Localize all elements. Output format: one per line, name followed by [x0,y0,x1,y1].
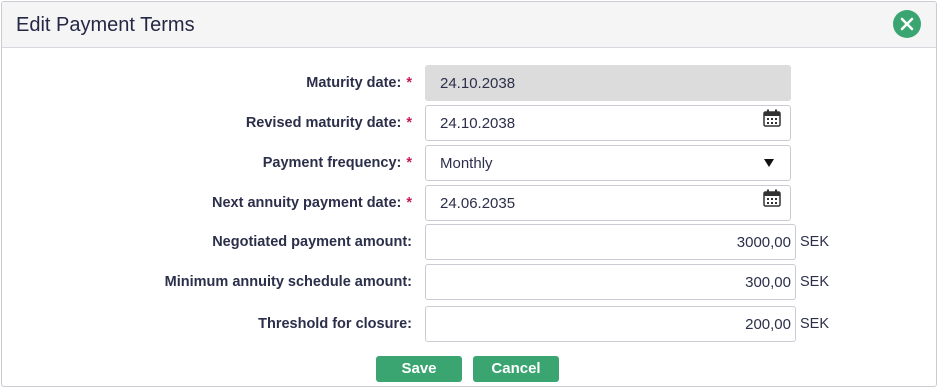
minimum-annuity-schedule-amount-value: 300,00 [745,274,791,291]
next-annuity-payment-date-row: Next annuity payment date: * 24.06.2035 [2,185,936,221]
required-mark: * [406,115,412,131]
revised-maturity-date-value: 24.10.2038 [440,115,516,132]
dropdown-arrow-icon[interactable] [764,159,774,167]
minimum-annuity-schedule-amount-label: Minimum annuity schedule amount: [164,274,412,290]
calendar-icon[interactable] [762,188,782,208]
minimum-annuity-schedule-amount-input[interactable]: 300,00 [425,264,796,300]
minimum-annuity-schedule-amount-row: Minimum annuity schedule amount: 300,00 … [2,264,936,300]
threshold-for-closure-label: Threshold for closure: [258,316,412,332]
dialog-title: Edit Payment Terms [16,14,195,36]
maturity-date-label: Maturity date: * [306,75,412,91]
currency-unit: SEK [800,234,830,250]
currency-unit: SEK [800,316,830,332]
next-annuity-payment-date-input[interactable]: 24.06.2035 [425,185,791,221]
negotiated-payment-amount-input[interactable]: 3000,00 [425,224,796,260]
payment-frequency-value: Monthly [440,155,493,172]
next-annuity-payment-date-label: Next annuity payment date: * [212,195,412,211]
negotiated-payment-amount-row: Negotiated payment amount: 3000,00 SEK [2,224,936,260]
threshold-for-closure-input[interactable]: 200,00 [425,306,796,342]
threshold-for-closure-value: 200,00 [745,316,791,333]
revised-maturity-date-row: Revised maturity date: * 24.10.2038 [2,105,936,141]
save-button[interactable]: Save [376,356,462,382]
required-mark: * [406,195,412,211]
maturity-date-value: 24.10.2038 [440,75,516,92]
calendar-icon[interactable] [762,108,782,128]
close-icon[interactable] [893,10,921,38]
currency-unit: SEK [800,274,830,290]
payment-frequency-row: Payment frequency: * Monthly [2,145,936,181]
payment-frequency-label: Payment frequency: * [262,155,412,171]
next-annuity-payment-date-value: 24.06.2035 [440,195,516,212]
threshold-for-closure-row: Threshold for closure: 200,00 SEK [2,306,936,342]
cancel-button[interactable]: Cancel [473,356,559,382]
revised-maturity-date-label: Revised maturity date: * [245,115,412,131]
negotiated-payment-amount-label: Negotiated payment amount: [212,234,412,250]
edit-payment-terms-dialog: Edit Payment Terms Maturity date: * 24.10… [1,1,937,387]
negotiated-payment-amount-value: 3000,00 [736,234,791,251]
maturity-date-row: Maturity date: * 24.10.2038 [2,65,936,101]
maturity-date-field: 24.10.2038 [425,65,791,101]
required-mark: * [406,155,412,171]
revised-maturity-date-input[interactable]: 24.10.2038 [425,105,791,141]
dialog-titlebar: Edit Payment Terms [2,2,936,48]
required-mark: * [406,75,412,91]
payment-frequency-select[interactable]: Monthly [425,145,791,181]
